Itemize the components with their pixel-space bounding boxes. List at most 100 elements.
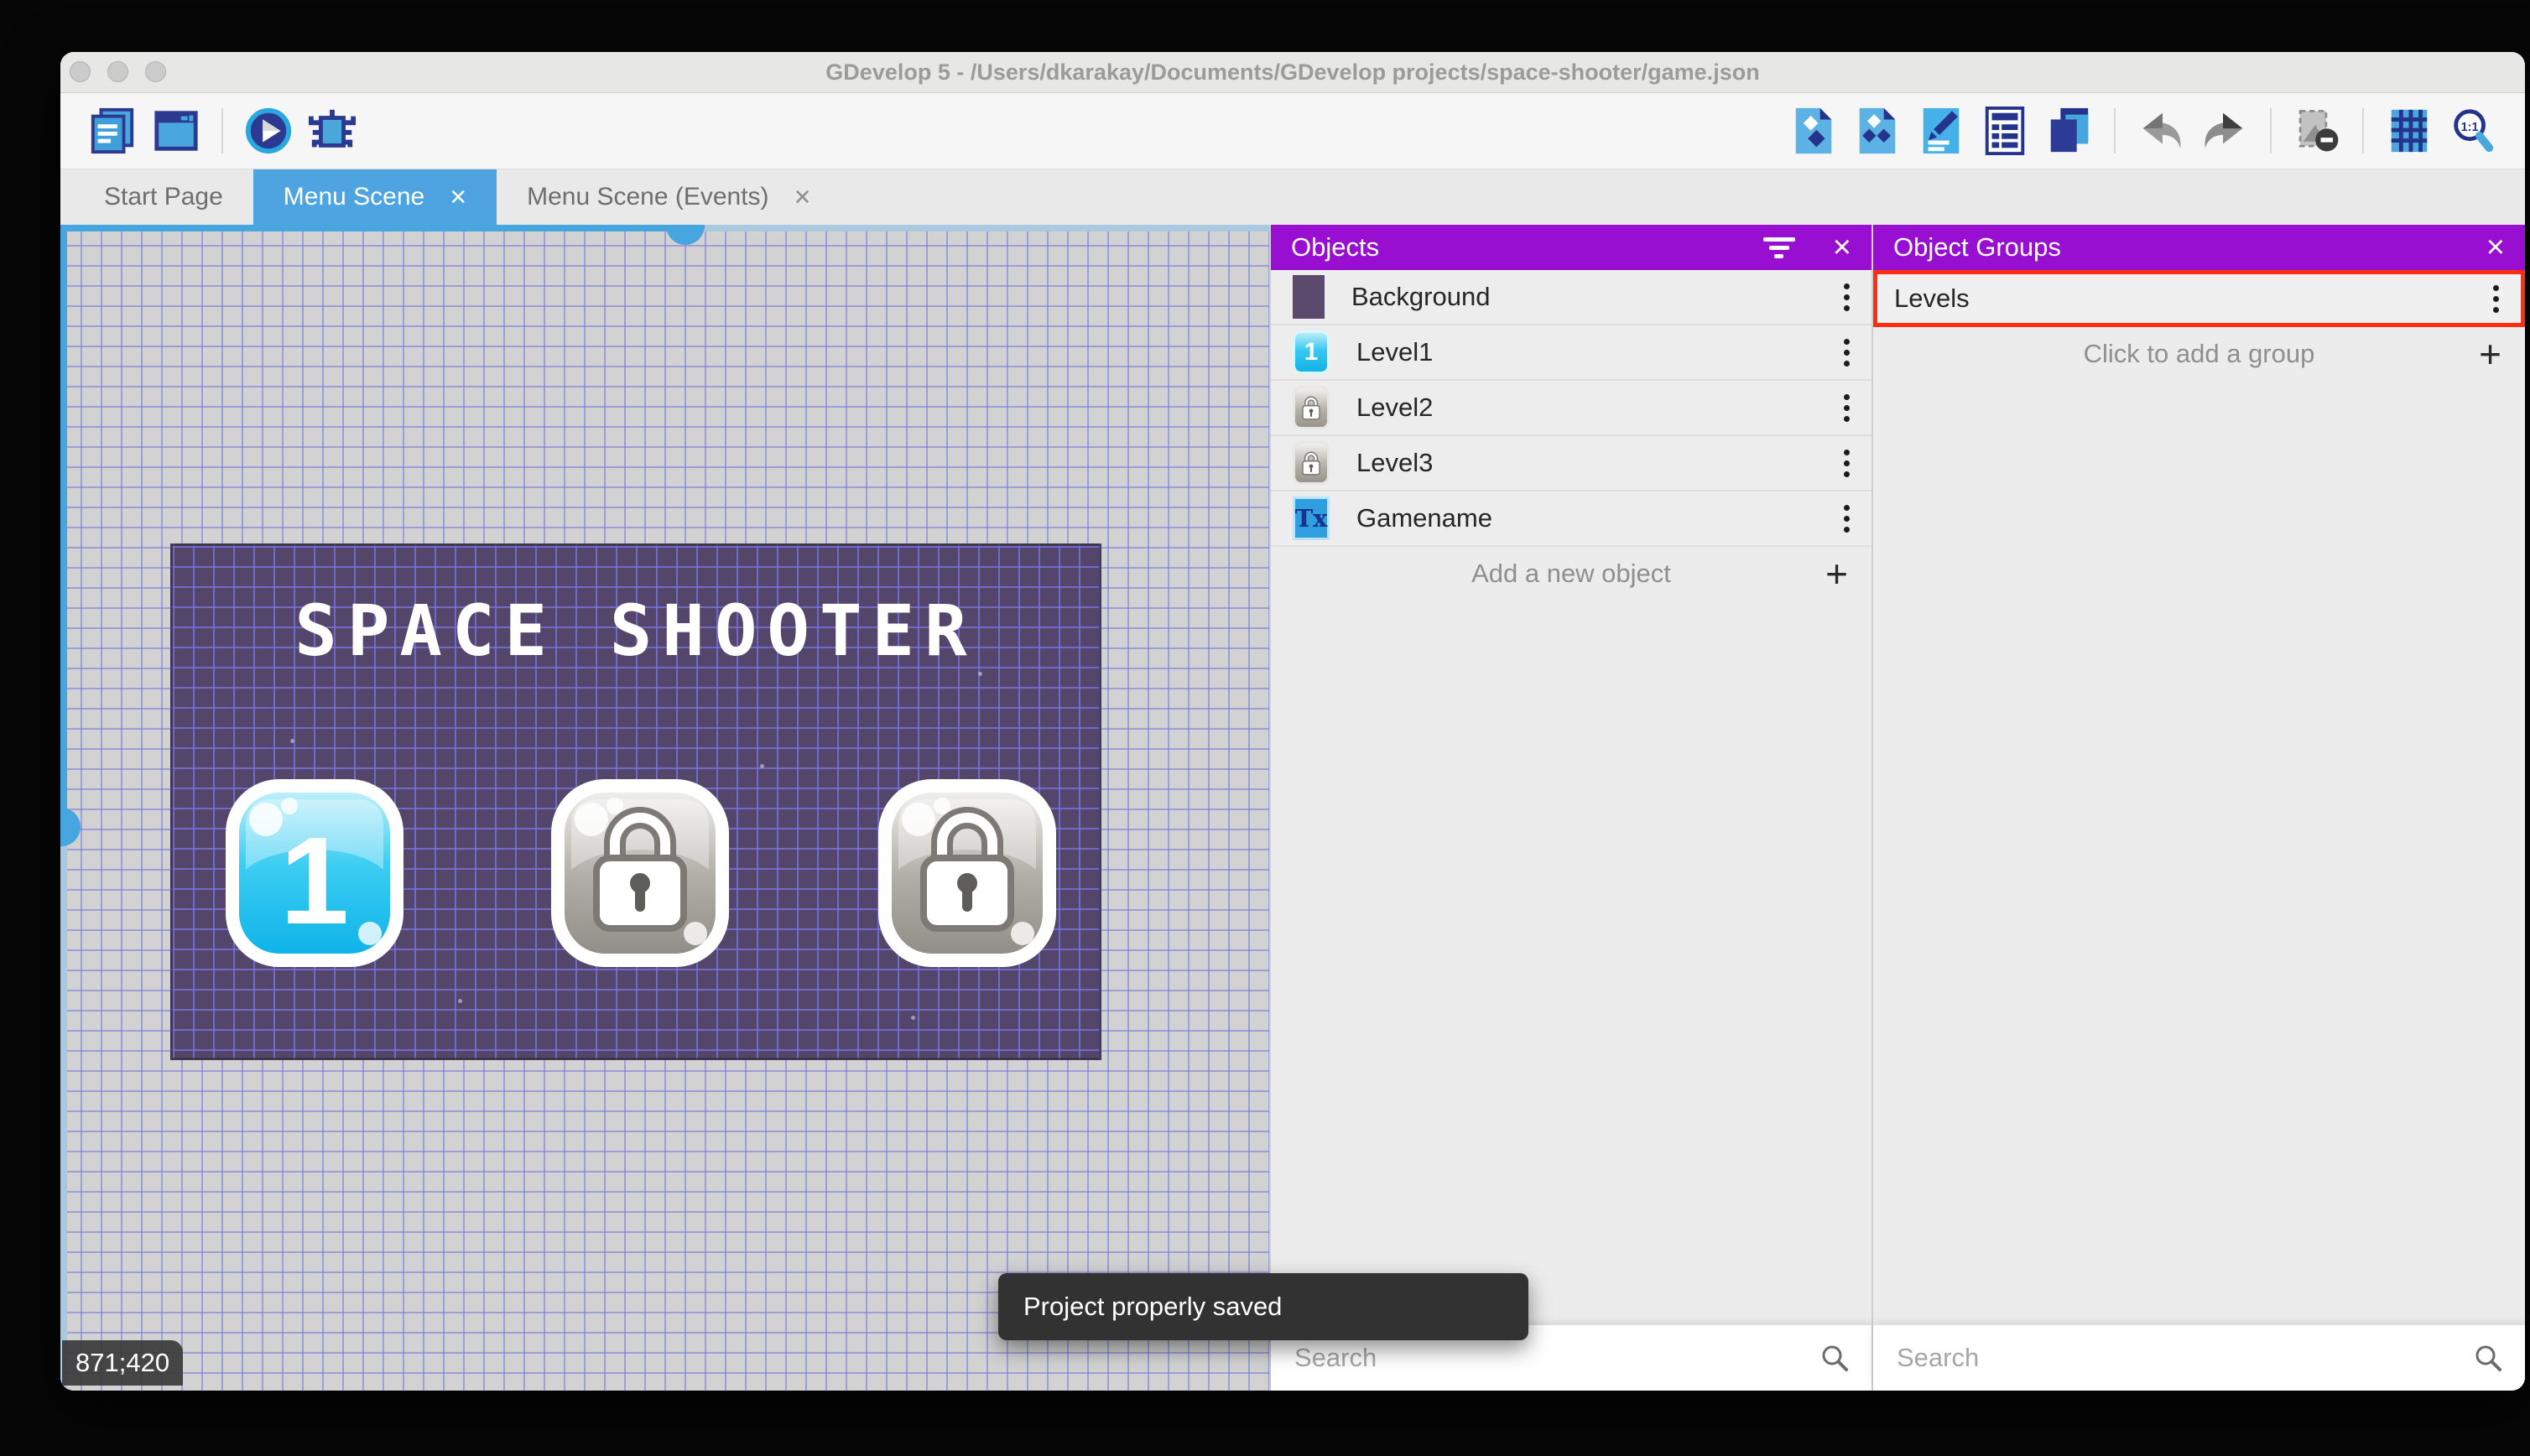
star-decoration <box>290 739 294 743</box>
objects-panel-header: Objects × <box>1271 225 1871 270</box>
kebab-menu-icon[interactable] <box>1839 445 1855 482</box>
title-bar[interactable]: GDevelop 5 - /Users/dkarakay/Documents/G… <box>60 52 2525 93</box>
game-scene-background[interactable]: SPACE SHOOTER 1 <box>170 543 1101 1060</box>
toolbar-separator <box>2270 108 2272 153</box>
tab-label: Menu Scene <box>283 183 425 211</box>
horizontal-scrollbar[interactable] <box>685 225 1269 231</box>
star-decoration <box>911 1016 915 1020</box>
toolbar-separator <box>221 108 223 153</box>
object-name: Level3 <box>1356 448 1434 477</box>
objects-panel: Objects × Background 1 Level1 Level2 Lev… <box>1269 225 1871 1391</box>
object-groups-panel-header: Object Groups × <box>1873 225 2525 270</box>
object-name: Background <box>1351 282 1491 311</box>
object-row-level2[interactable]: Level2 <box>1271 381 1871 436</box>
search-icon <box>2473 1343 2503 1373</box>
horizontal-scrollbar-thumb[interactable] <box>666 225 705 245</box>
close-panel-icon[interactable]: × <box>2486 231 2505 263</box>
add-object-label: Add a new object <box>1471 559 1671 588</box>
debugger-icon[interactable] <box>308 107 357 155</box>
kebab-menu-icon[interactable] <box>1839 278 1855 316</box>
scene-editor-canvas[interactable]: SPACE SHOOTER 1 871;420 <box>60 225 1269 1391</box>
tab-bar: Start Page Menu Scene × Menu Scene (Even… <box>60 169 2525 225</box>
toolbar-separator <box>2362 108 2364 153</box>
plus-icon[interactable]: + <box>1825 554 1848 593</box>
groups-search-input[interactable] <box>1895 1342 2473 1374</box>
groups-search-bar[interactable] <box>1873 1325 2525 1391</box>
toolbar-separator <box>2114 108 2116 153</box>
vertical-scrollbar[interactable] <box>60 824 67 1391</box>
filter-icon[interactable] <box>1762 233 1796 263</box>
close-tab-icon[interactable]: × <box>450 183 466 211</box>
objects-search-input[interactable] <box>1293 1342 1819 1374</box>
close-window-button[interactable] <box>70 61 91 82</box>
object-groups-panel: Object Groups × Levels Click to add a gr… <box>1871 225 2525 1391</box>
horizontal-scrollbar[interactable] <box>60 225 685 231</box>
add-object-row[interactable]: Add a new object + <box>1271 547 1871 601</box>
close-panel-icon[interactable]: × <box>1833 231 1851 263</box>
tab-menu-scene-events[interactable]: Menu Scene (Events) × <box>497 169 841 225</box>
tab-label: Start Page <box>104 183 223 211</box>
background-thumbnail <box>1293 275 1325 319</box>
gdevelop-window: GDevelop 5 - /Users/dkarakay/Documents/G… <box>60 52 2525 1391</box>
text-object-thumbnail: Tx <box>1293 497 1330 540</box>
window-title: GDevelop 5 - /Users/dkarakay/Documents/G… <box>825 60 1760 85</box>
level2-locked-thumbnail <box>1293 386 1330 429</box>
kebab-menu-icon[interactable] <box>1839 389 1855 427</box>
zoom-ratio-label: 1:1 <box>2461 121 2479 134</box>
search-icon <box>1819 1343 1850 1373</box>
object-name: Level1 <box>1356 337 1434 367</box>
object-row-background[interactable]: Background <box>1271 270 1871 325</box>
game-title-text: SPACE SHOOTER <box>294 590 977 672</box>
level1-button[interactable]: 1 <box>221 772 409 974</box>
zoom-window-button[interactable] <box>145 61 166 82</box>
star-decoration <box>760 764 764 768</box>
object-groups-panel-title: Object Groups <box>1893 232 2061 262</box>
zoom-original-icon[interactable]: 1:1 <box>2449 107 2497 155</box>
level3-locked-button[interactable] <box>873 772 1061 974</box>
traffic-lights <box>70 61 166 82</box>
tab-menu-scene[interactable]: Menu Scene × <box>252 169 497 225</box>
level1-button-label: 1 <box>280 812 349 950</box>
cursor-coordinates: 871;420 <box>62 1340 184 1386</box>
kebab-menu-icon[interactable] <box>1839 500 1855 538</box>
grid-toggle-icon[interactable] <box>2385 107 2434 155</box>
objects-panel-title: Objects <box>1291 232 1380 262</box>
object-groups-panel-icon[interactable] <box>1853 107 1902 155</box>
add-group-row[interactable]: Click to add a group + <box>1873 327 2525 381</box>
tab-label: Menu Scene (Events) <box>527 183 769 211</box>
group-row-levels[interactable]: Levels <box>1873 270 2525 327</box>
star-decoration <box>458 999 462 1003</box>
level1-thumbnail: 1 <box>1293 330 1330 374</box>
play-preview-icon[interactable] <box>244 107 293 155</box>
mask-toggle-icon[interactable] <box>2293 107 2341 155</box>
toolbar: 1:1 <box>60 93 2525 169</box>
object-name: Gamename <box>1356 503 1492 533</box>
plus-icon[interactable]: + <box>2479 335 2501 373</box>
group-name: Levels <box>1894 283 1970 313</box>
properties-icon[interactable] <box>1917 107 1965 155</box>
scene-window-icon[interactable] <box>152 107 200 155</box>
object-row-level1[interactable]: 1 Level1 <box>1271 325 1871 381</box>
vertical-scrollbar-thumb[interactable] <box>60 808 81 846</box>
objects-panel-icon[interactable] <box>1789 107 1838 155</box>
object-row-gamename[interactable]: Tx Gamename <box>1271 491 1871 547</box>
objects-list: Background 1 Level1 Level2 Level3 Tx Gam… <box>1271 270 1871 1391</box>
star-decoration <box>978 672 982 676</box>
minimize-window-button[interactable] <box>107 61 128 82</box>
object-name: Level2 <box>1356 393 1434 422</box>
close-tab-icon[interactable]: × <box>794 183 811 211</box>
main-area: SPACE SHOOTER 1 871;420 Project properly… <box>60 225 2525 1391</box>
groups-list: Levels Click to add a group + <box>1873 270 2525 1391</box>
redo-icon[interactable] <box>2200 107 2249 155</box>
undo-icon[interactable] <box>2137 107 2185 155</box>
instances-list-icon[interactable] <box>1981 107 2029 155</box>
tab-start-page[interactable]: Start Page <box>74 169 253 225</box>
layers-icon[interactable] <box>2044 107 2093 155</box>
vertical-scrollbar[interactable] <box>60 225 67 824</box>
object-row-level3[interactable]: Level3 <box>1271 436 1871 491</box>
kebab-menu-icon[interactable] <box>1839 334 1855 372</box>
project-manager-icon[interactable] <box>88 107 137 155</box>
kebab-menu-icon[interactable] <box>2488 280 2504 318</box>
level2-locked-button[interactable] <box>546 772 734 974</box>
save-toast: Project properly saved <box>998 1273 1528 1340</box>
